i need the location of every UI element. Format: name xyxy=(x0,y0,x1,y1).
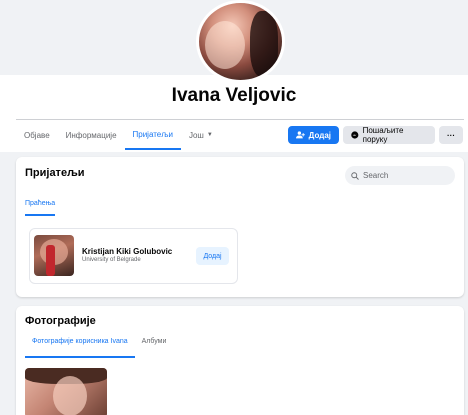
caret-down-icon: ▼ xyxy=(206,131,213,138)
add-friend-button[interactable]: Додај xyxy=(288,126,339,144)
friends-search-input[interactable] xyxy=(363,171,453,180)
tab-albums[interactable]: Албуми xyxy=(135,336,174,358)
friend-add-button[interactable]: Додај xyxy=(196,247,229,265)
send-message-button[interactable]: Пошаљите поруку xyxy=(343,126,435,144)
search-icon xyxy=(351,171,359,180)
friend-item[interactable]: Kristijan Kiki Golubovic University of B… xyxy=(29,228,238,284)
friends-title: Пријатељи xyxy=(25,167,85,179)
tab-about-label: Информације xyxy=(65,130,117,140)
friends-search[interactable] xyxy=(345,166,455,185)
messenger-icon xyxy=(351,131,359,139)
photos-title: Фотографије xyxy=(25,315,96,327)
photos-tabs: Фотографије корисникa Ivana Албуми xyxy=(25,336,173,358)
avatar-highlight xyxy=(205,21,245,69)
profile-tabs: Објаве Информације Пријатељи Још ▼ xyxy=(16,120,221,150)
friend-avatar-detail xyxy=(46,245,55,276)
more-options-button[interactable]: ··· xyxy=(439,126,463,144)
photos-card: Фотографије Фотографије корисникa Ivana … xyxy=(16,306,464,415)
tab-friends-label: Пријатељи xyxy=(132,129,173,139)
avatar-shadow xyxy=(250,11,278,77)
profile-name: Ivana Veljovic xyxy=(171,85,297,106)
add-friend-label: Додај xyxy=(308,130,331,140)
person-plus-icon xyxy=(296,131,305,139)
tab-friends[interactable]: Пријатељи xyxy=(124,120,181,150)
friend-avatar[interactable] xyxy=(34,235,74,276)
send-message-label: Пошаљите поруку xyxy=(362,126,404,144)
friends-card: Пријатељи Праћења Kristijan Kiki Golubov… xyxy=(16,157,464,297)
subtab-following[interactable]: Праћења xyxy=(25,200,56,216)
tab-more-label: Још xyxy=(188,130,204,140)
friend-name[interactable]: Kristijan Kiki Golubovic xyxy=(82,247,172,256)
tab-posts[interactable]: Објаве xyxy=(16,120,58,150)
tab-about[interactable]: Информације xyxy=(58,120,125,150)
tab-more[interactable]: Још ▼ xyxy=(181,120,221,150)
more-options-label: ··· xyxy=(447,130,455,140)
tab-user-photos[interactable]: Фотографије корисникa Ivana xyxy=(25,336,135,358)
photo-thumbnail-face xyxy=(53,376,87,415)
tab-posts-label: Објаве xyxy=(24,130,50,140)
profile-actions: Додај Пошаљите поруку ··· xyxy=(288,126,463,144)
photo-thumbnail[interactable] xyxy=(25,368,107,415)
friend-subtitle: University of Belgrade xyxy=(82,257,141,263)
profile-avatar[interactable] xyxy=(196,0,285,83)
